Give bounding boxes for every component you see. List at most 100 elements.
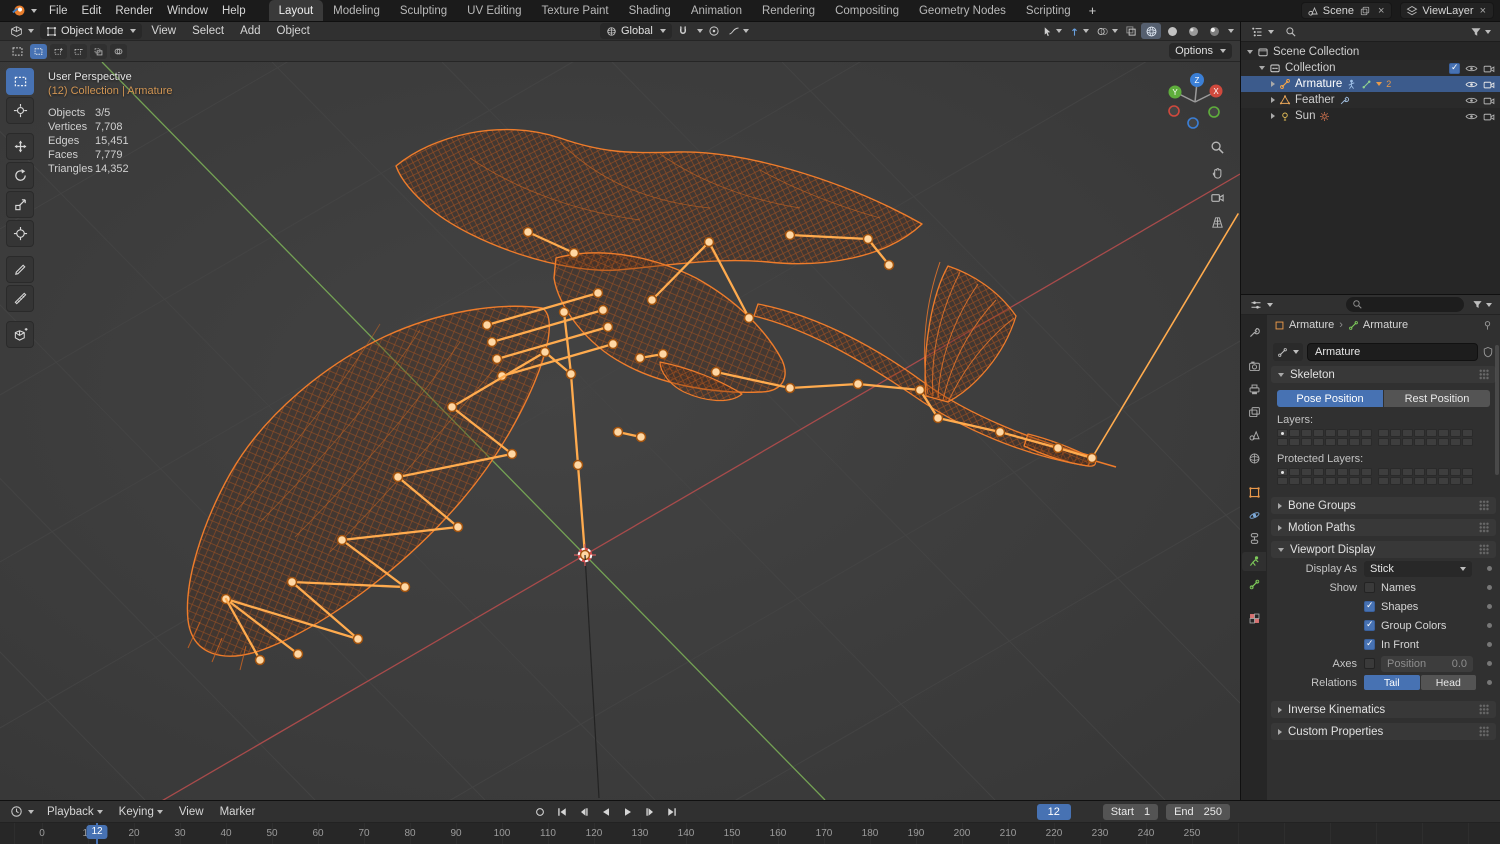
select-mode-new[interactable] xyxy=(30,43,47,59)
bird-mesh[interactable] xyxy=(186,122,1117,671)
motion-paths-panel-header[interactable]: Motion Paths xyxy=(1271,519,1496,536)
layer-toggle[interactable] xyxy=(1438,429,1449,437)
layer-toggle[interactable] xyxy=(1289,438,1300,446)
layer-toggle[interactable] xyxy=(1361,477,1372,485)
relations-head-button[interactable]: Head xyxy=(1420,675,1476,690)
select-mode-invert[interactable] xyxy=(90,43,107,59)
breadcrumb-data[interactable]: Armature xyxy=(1363,319,1408,331)
menu-help[interactable]: Help xyxy=(215,0,253,21)
layer-toggle[interactable] xyxy=(1325,468,1336,476)
layer-toggle[interactable] xyxy=(1426,429,1437,437)
shading-rendered-button[interactable] xyxy=(1204,23,1224,39)
workspace-tab-scripting[interactable]: Scripting xyxy=(1016,0,1081,21)
tool-annotate[interactable] xyxy=(6,256,34,283)
skeleton-panel-header[interactable]: Skeleton xyxy=(1271,366,1496,383)
layer-toggle[interactable] xyxy=(1426,468,1437,476)
menu-object[interactable]: Object xyxy=(270,25,317,37)
armature-name-field[interactable]: Armature xyxy=(1307,343,1478,361)
workspace-tab-rendering[interactable]: Rendering xyxy=(752,0,825,21)
layer-toggle[interactable] xyxy=(1414,438,1425,446)
menu-add[interactable]: Add xyxy=(233,25,267,37)
tab-constraints[interactable] xyxy=(1242,529,1266,548)
animate-dot[interactable] xyxy=(1487,604,1492,609)
select-mode-extend[interactable] xyxy=(50,43,67,59)
layer-toggle[interactable] xyxy=(1277,438,1288,446)
layer-toggle[interactable] xyxy=(1277,468,1288,476)
tab-object[interactable] xyxy=(1242,483,1266,502)
layer-toggle[interactable] xyxy=(1378,438,1389,446)
layer-toggle[interactable] xyxy=(1277,429,1288,437)
tool-add-cube[interactable] xyxy=(6,321,34,348)
layer-toggle[interactable] xyxy=(1289,429,1300,437)
layer-toggle[interactable] xyxy=(1313,429,1324,437)
layer-toggle[interactable] xyxy=(1390,477,1401,485)
overlays-dropdown[interactable] xyxy=(1093,23,1121,39)
outliner-row-armature[interactable]: Armature 2 xyxy=(1241,76,1500,92)
gizmo-y-negative[interactable] xyxy=(1208,106,1220,118)
shapes-checkbox[interactable] xyxy=(1364,600,1375,612)
menu-playback[interactable]: Playback xyxy=(40,806,110,818)
tab-world[interactable] xyxy=(1242,449,1266,468)
layer-toggle[interactable] xyxy=(1361,429,1372,437)
animate-dot[interactable] xyxy=(1487,566,1492,571)
tool-cursor[interactable] xyxy=(6,97,34,124)
workspace-tab-uv-editing[interactable]: UV Editing xyxy=(457,0,531,21)
expand-icon[interactable] xyxy=(1247,50,1253,54)
layer-toggle[interactable] xyxy=(1450,429,1461,437)
layer-toggle[interactable] xyxy=(1402,477,1413,485)
display-as-select[interactable]: Stick xyxy=(1364,560,1472,577)
current-frame-field[interactable]: 12 xyxy=(1036,803,1071,820)
workspace-tab-texture-paint[interactable]: Texture Paint xyxy=(532,0,619,21)
properties-editor-type-button[interactable] xyxy=(1246,297,1277,313)
pan-button[interactable] xyxy=(1208,163,1226,181)
shading-dropdown[interactable] xyxy=(1228,29,1235,33)
outliner-row-collection[interactable]: Collection xyxy=(1241,60,1500,76)
layer-toggle[interactable] xyxy=(1378,477,1389,485)
viewport-display-panel-header[interactable]: Viewport Display xyxy=(1271,541,1496,558)
play-button[interactable] xyxy=(618,803,638,820)
outliner-row-sun[interactable]: Sun xyxy=(1241,108,1500,124)
outliner-editor-type-button[interactable] xyxy=(1247,24,1278,40)
layer-toggle[interactable] xyxy=(1337,438,1348,446)
collection-exclude-checkbox[interactable] xyxy=(1449,62,1460,74)
layer-toggle[interactable] xyxy=(1426,438,1437,446)
panel-grip[interactable] xyxy=(1479,726,1489,737)
menu-marker[interactable]: Marker xyxy=(213,806,263,818)
layer-toggle[interactable] xyxy=(1301,477,1312,485)
tab-texture[interactable] xyxy=(1242,609,1266,628)
group-colors-checkbox[interactable] xyxy=(1364,619,1375,631)
layer-toggle[interactable] xyxy=(1325,438,1336,446)
tab-scene[interactable] xyxy=(1242,426,1266,445)
layer-toggle[interactable] xyxy=(1313,468,1324,476)
layer-toggle[interactable] xyxy=(1361,438,1372,446)
tab-object-data[interactable] xyxy=(1242,552,1266,571)
selectability-dropdown[interactable] xyxy=(1039,23,1065,39)
menu-file[interactable]: File xyxy=(42,0,75,21)
pose-position-button[interactable]: Pose Position xyxy=(1277,390,1383,407)
layer-toggle[interactable] xyxy=(1390,429,1401,437)
layer-toggle[interactable] xyxy=(1325,477,1336,485)
relations-tail-button[interactable]: Tail xyxy=(1364,675,1420,690)
panel-grip[interactable] xyxy=(1479,704,1489,715)
fake-user-shield-icon[interactable] xyxy=(1482,346,1494,358)
tab-render[interactable] xyxy=(1242,357,1266,376)
expand-icon[interactable] xyxy=(1259,66,1265,70)
animate-dot[interactable] xyxy=(1487,623,1492,628)
layer-toggle[interactable] xyxy=(1325,429,1336,437)
panel-grip[interactable] xyxy=(1479,500,1489,511)
next-keyframe-button[interactable] xyxy=(640,803,660,820)
zoom-button[interactable] xyxy=(1208,138,1226,156)
layer-toggle[interactable] xyxy=(1450,477,1461,485)
workspace-tab-sculpting[interactable]: Sculpting xyxy=(390,0,457,21)
animate-dot[interactable] xyxy=(1487,585,1492,590)
layer-toggle[interactable] xyxy=(1337,477,1348,485)
menu-view[interactable]: View xyxy=(144,25,183,37)
proportional-falloff-dropdown[interactable] xyxy=(725,23,752,39)
layer-toggle[interactable] xyxy=(1462,477,1473,485)
menu-edit[interactable]: Edit xyxy=(75,0,109,21)
layer-toggle[interactable] xyxy=(1277,477,1288,485)
layer-toggle[interactable] xyxy=(1402,438,1413,446)
expand-icon[interactable] xyxy=(1271,113,1275,119)
blender-logo-icon[interactable] xyxy=(6,0,42,21)
outliner-row-feather[interactable]: Feather xyxy=(1241,92,1500,108)
